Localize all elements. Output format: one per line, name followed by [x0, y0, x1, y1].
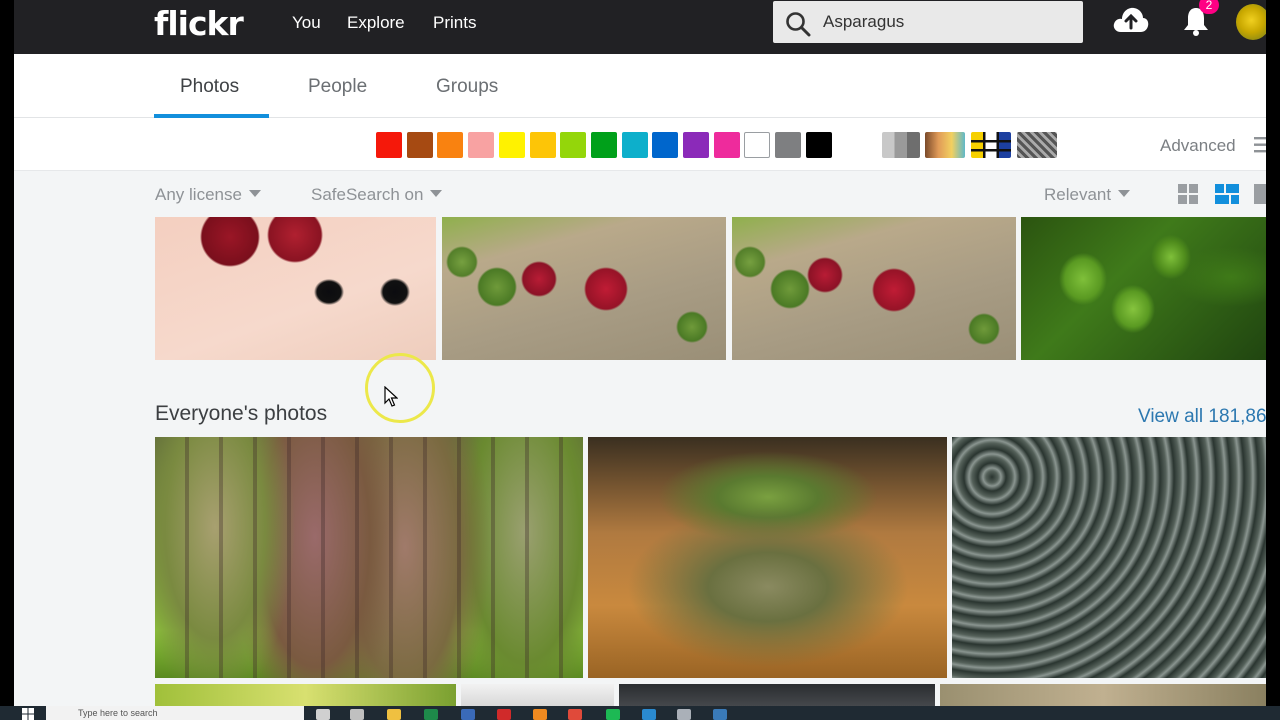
chrome-icon[interactable]: [568, 709, 582, 720]
acrobat-icon[interactable]: [497, 709, 511, 720]
minimalist-filter[interactable]: [971, 132, 1011, 158]
license-dropdown[interactable]: Any license: [155, 185, 261, 205]
notification-badge: 2: [1199, 0, 1219, 14]
photo-row3-3[interactable]: [619, 684, 935, 706]
chevron-down-icon: [248, 190, 261, 197]
color-swatch[interactable]: [713, 132, 740, 158]
color-swatch[interactable]: [683, 132, 709, 158]
spotify-icon[interactable]: [606, 709, 620, 720]
color-swatch[interactable]: [529, 132, 556, 158]
advanced-search-link[interactable]: Advanced: [1160, 136, 1236, 156]
color-swatch[interactable]: [437, 132, 464, 158]
color-swatch[interactable]: [376, 132, 402, 158]
nav-link-explore[interactable]: Explore: [347, 13, 405, 33]
tab-photos[interactable]: Photos: [180, 76, 239, 98]
section-title: Everyone's photos: [155, 402, 328, 425]
app-icon[interactable]: [677, 709, 691, 720]
color-swatch[interactable]: [590, 132, 617, 158]
shallow-depth-of-field-filter[interactable]: [925, 132, 965, 158]
color-swatch[interactable]: [652, 132, 679, 158]
sort-dropdown-label: Relevant: [1044, 185, 1112, 204]
app-icon[interactable]: [461, 709, 475, 720]
color-swatch[interactable]: [406, 132, 433, 158]
color-filter-row: Advanced: [14, 118, 1266, 171]
taskbar-search-placeholder: Type here to search: [78, 708, 158, 718]
firefox-icon[interactable]: [533, 709, 547, 720]
safesearch-dropdown[interactable]: SafeSearch on: [311, 185, 443, 205]
photo-row3-4[interactable]: [940, 684, 1266, 706]
black-and-white-filter[interactable]: [882, 132, 920, 158]
upload-cloud-icon[interactable]: [1112, 4, 1150, 36]
tab-groups[interactable]: Groups: [436, 76, 498, 98]
license-dropdown-label: Any license: [155, 185, 242, 204]
avatar[interactable]: [1236, 4, 1266, 40]
edge-icon[interactable]: [642, 709, 656, 720]
tab-people[interactable]: People: [308, 76, 367, 98]
windows-start-icon[interactable]: [22, 708, 34, 720]
color-swatch[interactable]: [744, 132, 771, 158]
advanced-menu-icon[interactable]: [1252, 136, 1266, 154]
large-view-icon[interactable]: [1254, 184, 1266, 204]
file-explorer-icon[interactable]: [387, 709, 401, 720]
flickr-logo[interactable]: flickr: [154, 4, 244, 43]
taskbar-search-box[interactable]: Type here to search: [46, 706, 304, 720]
search-box[interactable]: [773, 1, 1083, 43]
sort-dropdown[interactable]: Relevant: [1044, 185, 1131, 205]
left-letterbox: [0, 0, 14, 720]
photo-berries-on-branch-1[interactable]: [442, 217, 726, 360]
nav-link-you[interactable]: You: [292, 13, 321, 33]
photo-red-berries-seeds[interactable]: [155, 217, 436, 360]
top-navigation-bar: flickr You Explore Prints 2: [14, 0, 1266, 54]
color-swatch[interactable]: [805, 132, 832, 158]
chevron-down-icon: [430, 190, 443, 197]
color-swatch[interactable]: [468, 132, 495, 158]
search-input[interactable]: [823, 10, 1063, 34]
app-icon[interactable]: [350, 709, 364, 720]
search-type-tabs: Photos People Groups: [14, 54, 1266, 118]
photo-asparagus-tips-on-wood[interactable]: [588, 437, 947, 678]
safesearch-dropdown-label: SafeSearch on: [311, 185, 424, 204]
cursor-highlight-ring: [365, 353, 435, 423]
photo-purple-asparagus-pile[interactable]: [952, 437, 1266, 678]
windows-taskbar: Type here to search: [0, 706, 1280, 720]
search-icon: [786, 12, 811, 37]
results-filter-row: Any license SafeSearch on Relevant: [14, 172, 1266, 216]
color-swatch[interactable]: [621, 132, 648, 158]
color-swatch[interactable]: [775, 132, 802, 158]
task-view-icon[interactable]: [316, 709, 330, 720]
justified-view-icon[interactable]: [1215, 184, 1239, 204]
photo-row3-1[interactable]: [155, 684, 456, 706]
photo-green-berries[interactable]: [1021, 217, 1266, 360]
flickr-page: flickr You Explore Prints 2 Photos Peopl…: [14, 0, 1266, 706]
app-icon[interactable]: [713, 709, 727, 720]
photo-asparagus-bunch-closeup[interactable]: [155, 437, 583, 678]
nav-link-prints[interactable]: Prints: [433, 13, 476, 33]
color-swatch[interactable]: [560, 132, 587, 158]
small-grid-view-icon[interactable]: [1178, 184, 1198, 204]
chevron-down-icon: [1118, 190, 1131, 197]
photo-berries-on-branch-2[interactable]: [732, 217, 1016, 360]
mouse-pointer-icon: [384, 386, 398, 407]
color-swatch[interactable]: [498, 132, 525, 158]
patterns-filter[interactable]: [1017, 132, 1057, 158]
view-all-link[interactable]: View all 181,86: [1138, 406, 1266, 428]
right-letterbox: [1266, 0, 1280, 720]
excel-icon[interactable]: [424, 709, 438, 720]
photo-row3-2[interactable]: [461, 684, 614, 706]
